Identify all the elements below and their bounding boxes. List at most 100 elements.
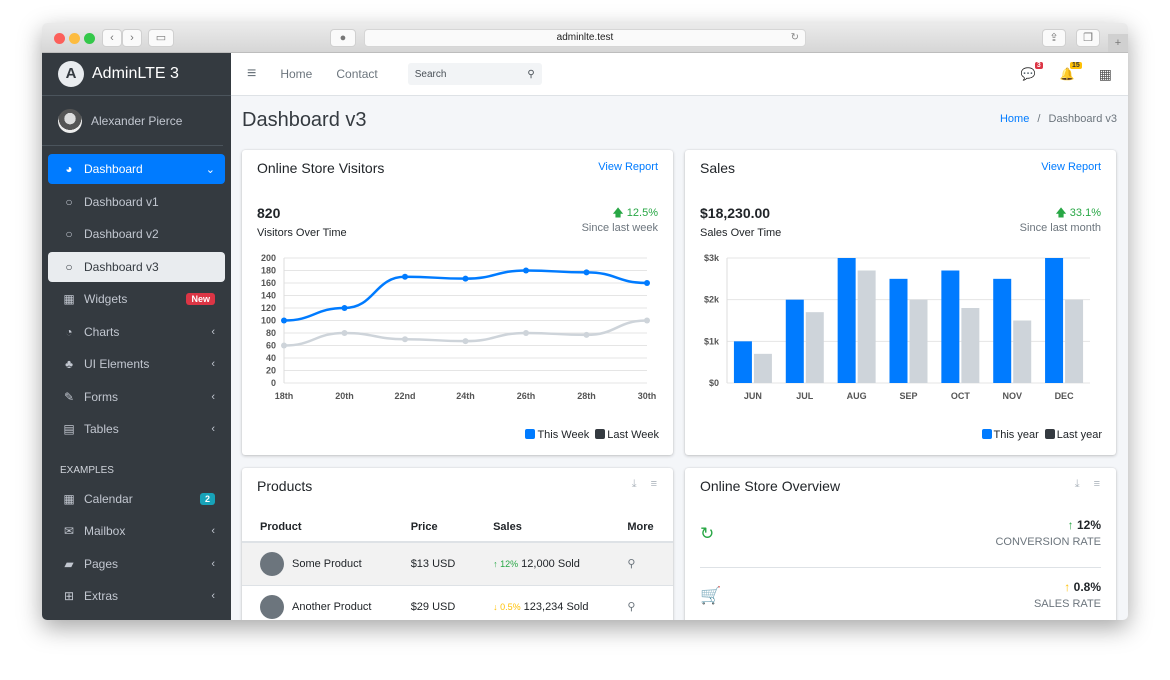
download-icon[interactable]: ⤓	[632, 478, 637, 491]
pct-value: 33.1%	[1069, 207, 1101, 219]
shopping-cart-icon: 🛒	[700, 586, 722, 605]
bar	[1045, 258, 1064, 383]
brand-link[interactable]: A AdminLTE 3	[42, 53, 231, 96]
nav-label: Dashboard v3	[84, 259, 159, 274]
reload-icon[interactable]: ↻	[791, 30, 799, 46]
bar	[785, 299, 804, 383]
x-tick-label: AUG	[847, 391, 867, 401]
data-point	[402, 336, 408, 343]
data-point	[644, 317, 650, 324]
th-icon: ▦	[63, 292, 75, 306]
card-tools: ⤓ ≡	[1075, 478, 1100, 491]
data-point	[523, 330, 529, 336]
legend-item-last-year[interactable]: Last year	[1044, 429, 1102, 441]
chevron-left-icon: ‹	[211, 557, 215, 570]
user-panel[interactable]: Alexander Pierce	[42, 96, 223, 146]
sidebar-item-widgets[interactable]: ▦ Widgets New	[48, 284, 225, 314]
nav-label: Dashboard	[84, 162, 143, 176]
visitors-change: 🡅 12.5%	[612, 204, 658, 223]
search-icon[interactable]: ⚲	[627, 601, 635, 613]
card-title: Sales	[700, 160, 736, 176]
share-icon[interactable]: ⇪	[1042, 29, 1066, 47]
back-button[interactable]: ‹	[102, 29, 122, 47]
breadcrumb-separator: /	[1037, 113, 1041, 125]
bars-menu-icon[interactable]: ≡	[651, 478, 657, 491]
column-header: More	[609, 512, 673, 543]
product-image	[260, 551, 284, 576]
plus-square-icon: ⊞	[63, 589, 75, 603]
breadcrumb: Home / Dashboard v3	[1000, 113, 1117, 125]
sold-count: 123,234 Sold	[523, 600, 589, 613]
y-tick-label: 0	[271, 378, 276, 388]
nav-contact-link[interactable]: Contact	[336, 67, 377, 81]
calendar-count-badge: 2	[199, 492, 215, 505]
notifications-bell-icon[interactable]: 🔔 15	[1060, 62, 1082, 81]
messages-icon[interactable]: 💬 3	[1021, 62, 1043, 81]
privacy-shield-icon[interactable]: ●	[330, 29, 356, 47]
overview-label: CONVERSION RATE	[995, 536, 1101, 548]
forward-button[interactable]: ›	[122, 29, 142, 47]
search-icon[interactable]: ⚲	[627, 558, 635, 570]
x-tick-label: OCT	[951, 391, 971, 401]
new-tab-button[interactable]: +	[1108, 34, 1128, 52]
sidebar-item-charts[interactable]: ◔ Charts ‹	[48, 317, 225, 347]
sidebar-item-tables[interactable]: ▤ Tables ‹	[48, 414, 225, 444]
tabs-icon[interactable]: ❐	[1076, 29, 1100, 47]
sidebar-item-dashboard-v1[interactable]: ○ Dashboard v1	[48, 187, 225, 217]
x-tick-label: DEC	[1055, 391, 1075, 401]
sidebar-toggle-icon[interactable]: ▭	[148, 29, 174, 47]
overview-label: SALES RATE	[1033, 598, 1101, 610]
address-bar[interactable]: adminlte.test ↻	[364, 29, 806, 47]
legend-label: Last year	[1056, 429, 1102, 441]
nav-home-link[interactable]: Home	[280, 67, 312, 81]
sidebar-nav: ◕ Dashboard ⌄ ○ Dashboard v1 ○ Dashboard…	[42, 146, 231, 620]
grid-apps-icon[interactable]: ▦	[1099, 66, 1112, 83]
tree-icon: ♣	[65, 357, 73, 371]
sidebar-item-mailbox[interactable]: ✉ Mailbox ‹	[48, 516, 225, 546]
products-card: Products ⤓ ≡ Product Price Sales More So…	[242, 468, 673, 620]
sidebar-item-dashboard[interactable]: ◕ Dashboard ⌄	[48, 154, 225, 184]
download-icon[interactable]: ⤓	[1075, 478, 1080, 491]
search-icon[interactable]: ⚲	[527, 69, 534, 80]
column-header: Sales	[475, 512, 610, 543]
trend-pct: 12%	[500, 558, 519, 569]
bar	[857, 270, 876, 383]
y-tick-label: 60	[266, 341, 276, 351]
data-point	[462, 338, 469, 345]
legend-label: This year	[993, 429, 1039, 441]
view-report-link[interactable]: View Report	[1041, 161, 1101, 173]
nav-label: Pages	[84, 556, 119, 571]
bars-menu-icon[interactable]: ≡	[1094, 478, 1100, 491]
close-window-button[interactable]	[54, 33, 65, 44]
legend-item-this-year[interactable]: This year	[981, 429, 1039, 441]
sidebar-item-calendar[interactable]: ▦ Calendar 2	[48, 484, 225, 514]
overview-value: ↑ 0.8%	[1064, 580, 1101, 594]
sidebar-item-forms[interactable]: ✎ Forms ‹	[48, 382, 225, 412]
menu-toggle-icon[interactable]: ≡	[247, 65, 256, 83]
search-input[interactable]: Search ⚲	[407, 63, 542, 85]
sales-trend: ↑ 12%	[493, 559, 518, 569]
brand-text: AdminLTE 3	[92, 65, 179, 82]
legend-item-last-week[interactable]: Last Week	[595, 429, 659, 441]
sidebar-item-ui-elements[interactable]: ♣ UI Elements ‹	[48, 349, 225, 379]
x-tick-label: 20th	[335, 391, 354, 401]
legend-item-this-week[interactable]: This Week	[525, 429, 589, 441]
calendar-icon: ▦	[63, 491, 75, 506]
card-tools: ⤓ ≡	[632, 478, 657, 491]
arrow-up-icon: 🡅	[612, 207, 624, 219]
sidebar-item-extras[interactable]: ⊞ Extras ‹	[48, 581, 225, 611]
sales-card: Sales View Report $18,230.00 Sales Over …	[685, 150, 1116, 455]
sidebar-item-dashboard-v3[interactable]: ○ Dashboard v3	[48, 251, 225, 282]
search-placeholder: Search	[414, 68, 447, 80]
view-report-link[interactable]: View Report	[598, 161, 658, 173]
sidebar-item-dashboard-v2[interactable]: ○ Dashboard v2	[48, 219, 225, 249]
maximize-window-button[interactable]	[84, 33, 95, 44]
overview-row-sales: 🛒 ↑ 0.8% SALES RATE	[700, 572, 1101, 620]
sidebar-item-pages[interactable]: ▰ Pages ‹	[48, 549, 225, 579]
chevron-down-icon: ⌄	[205, 163, 215, 176]
breadcrumb-home-link[interactable]: Home	[1000, 113, 1029, 125]
minimize-window-button[interactable]	[69, 33, 80, 44]
x-tick-label: 18th	[275, 391, 294, 401]
overview-row-conversion: ↻ ↑ 12% CONVERSION RATE	[700, 510, 1101, 568]
user-name: Alexander Pierce	[91, 113, 183, 128]
